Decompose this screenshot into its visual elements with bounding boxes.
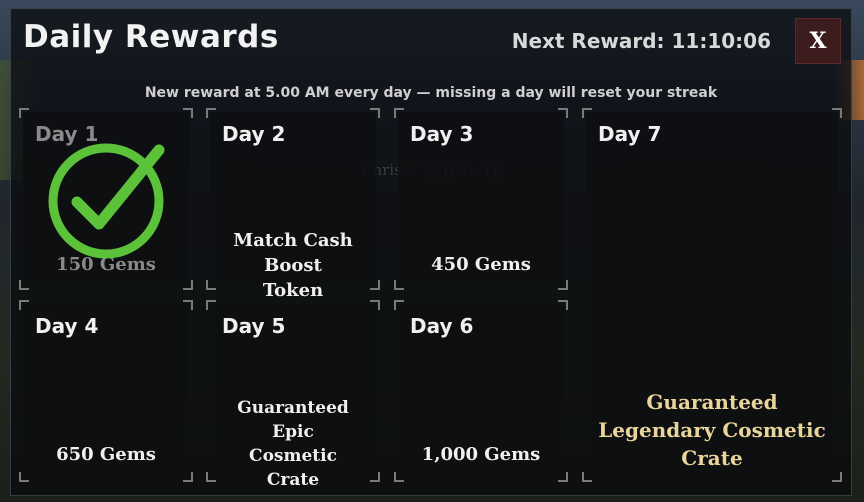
daily-rewards-panel: Daily Rewards Next Reward: 11:10:06 X Ne…	[10, 8, 852, 496]
reward-text: 650 Gems	[56, 444, 156, 465]
day-label: Day 7	[598, 122, 662, 146]
streak-info: New reward at 5.00 AM every day — missin…	[144, 85, 718, 101]
reward-card-day-4[interactable]: Day 4 650 Gems	[19, 300, 193, 482]
reward-text: 450 Gems	[431, 254, 531, 275]
reward-text: Guaranteed Epic Cosmetic Crate	[237, 398, 349, 490]
checkmark-icon	[48, 143, 165, 259]
page-title: Daily Rewards	[23, 19, 279, 55]
reward-card-day-6[interactable]: Day 6 1,000 Gems	[394, 300, 568, 482]
reward-card-day-1[interactable]: Day 1 150 Gems	[19, 108, 193, 290]
reward-card-day-2[interactable]: Day 2 Match Cash Boost Token	[206, 108, 380, 301]
day-label: Day 5	[222, 314, 286, 338]
reward-text: 1,000 Gems	[421, 444, 541, 465]
reward-card-day-3[interactable]: Day 3 450 Gems	[394, 108, 568, 290]
close-button[interactable]: X	[795, 18, 841, 64]
day-label: Day 4	[35, 314, 99, 338]
reward-card-day-5[interactable]: Day 5 Guaranteed Epic Cosmetic Crate	[206, 300, 380, 490]
reward-text: Guaranteed Legendary Cosmetic Crate	[598, 390, 826, 470]
day-label: Day 6	[410, 314, 474, 338]
reward-card-day-7[interactable]: Day 7 Guaranteed Legendary Cosmetic Crat…	[582, 108, 842, 482]
day-label: Day 2	[222, 122, 286, 146]
day-label: Day 3	[410, 122, 474, 146]
reward-text: Match Cash Boost Token	[233, 230, 353, 301]
next-reward-timer: Next Reward: 11:10:06	[511, 29, 771, 53]
